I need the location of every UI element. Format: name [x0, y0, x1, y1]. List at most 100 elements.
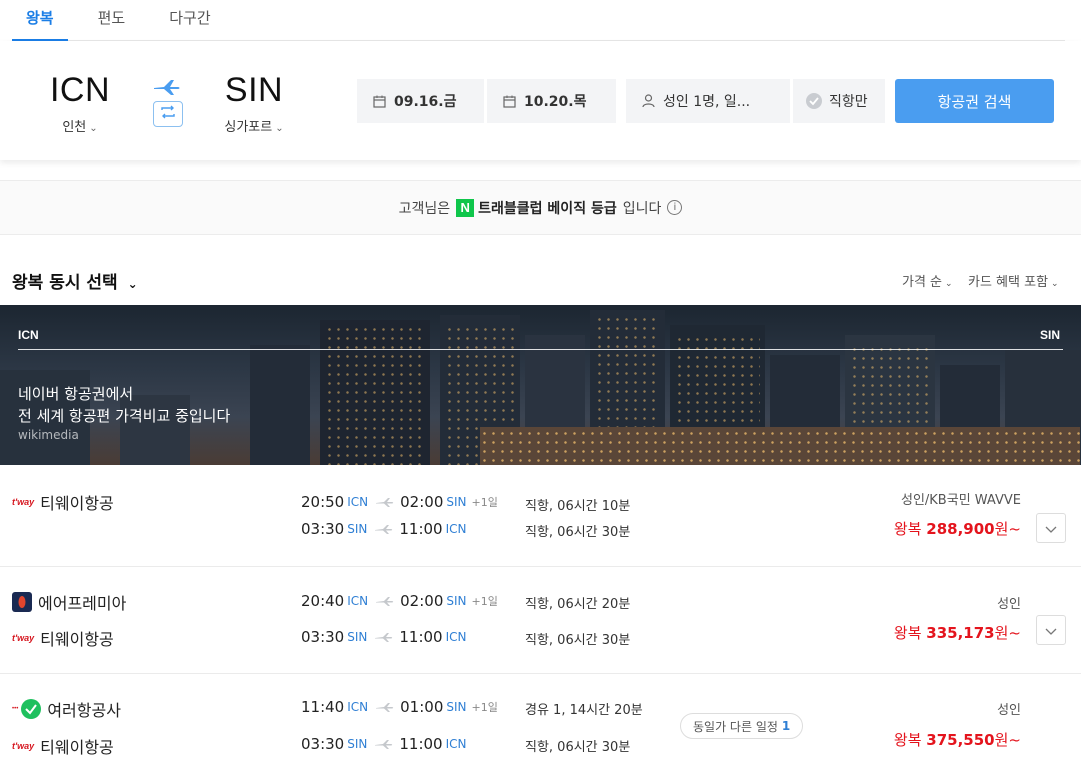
price-prefix: 왕복	[893, 624, 922, 642]
tway-logo: t'way	[12, 497, 35, 507]
card-benefit-label: 카드 혜택 포함	[968, 275, 1049, 290]
price-prefix: 왕복	[893, 731, 922, 749]
airline-name: 티웨이항공	[40, 494, 114, 513]
passenger-value: 성인 1명, 일...	[663, 94, 751, 110]
expand-button[interactable]	[1036, 615, 1066, 645]
chevron-down-icon: ⌄	[1051, 279, 1059, 289]
chip-label: 동일가 다른 일정	[693, 719, 778, 734]
depart-time: 03:30	[301, 520, 345, 538]
person-icon	[642, 94, 655, 108]
flight-result-row[interactable]: 에어프레미아 t'way 티웨이항공 20:40 ICN 02:00 SIN +1일 …	[0, 567, 1081, 674]
return-date-value: 10.20.목	[524, 94, 587, 110]
price[interactable]: 왕복 335,173원~	[894, 622, 1021, 643]
depart-airport: SIN	[347, 737, 368, 751]
calendar-icon	[503, 95, 516, 108]
membership-banner: 고객님은 N 트래블클럽 베이직 등급 입니다 i	[0, 180, 1081, 235]
hero-line-2: 전 세계 항공편 가격비교 중입니다	[18, 407, 231, 425]
air-premia-logo	[12, 592, 32, 612]
depart-airport: ICN	[347, 700, 369, 714]
tway-logo: t'way	[12, 741, 35, 751]
tab-round-trip[interactable]: 왕복	[12, 0, 68, 41]
airline-name: 여러항공사	[47, 701, 121, 720]
depart-time: 03:30	[301, 628, 345, 646]
outbound-duration: 경유 1, 14시간 20분	[525, 703, 643, 718]
chevron-down-icon: ⌄	[945, 279, 953, 289]
return-date-field[interactable]: 10.20.목	[487, 79, 616, 123]
return-airline: t'way 티웨이항공	[12, 626, 114, 650]
outbound-segment: 20:50 ICN 02:00 SIN +1일	[301, 493, 498, 511]
expand-button[interactable]	[1036, 513, 1066, 543]
depart-airport: SIN	[347, 630, 368, 644]
depart-airport: ICN	[347, 495, 369, 509]
card-benefit-dropdown[interactable]: 카드 혜택 포함 ⌄	[968, 271, 1059, 290]
outbound-duration: 직항, 06시간 10분	[525, 499, 631, 514]
route-line	[18, 349, 1063, 350]
origin-selector[interactable]: ICN 인천 ⌄	[45, 71, 115, 135]
outbound-airline: ••• 여러항공사	[12, 697, 121, 721]
price-currency: 원~	[994, 624, 1021, 642]
inbound-duration: 직항, 06시간 30분	[525, 525, 631, 540]
arrive-airport: ICN	[445, 630, 467, 644]
naver-n-badge: N	[456, 198, 475, 217]
chevron-down-icon: ⌄	[127, 277, 138, 291]
calendar-icon	[373, 95, 386, 108]
passenger-field[interactable]: 성인 1명, 일...	[626, 79, 790, 123]
depart-time: 11:40	[301, 698, 345, 716]
price[interactable]: 왕복 375,550원~	[894, 729, 1021, 750]
outbound-duration: 직항, 06시간 20분	[525, 597, 631, 612]
price-value: 375,550	[926, 731, 995, 749]
hero-line-1: 네이버 항공권에서	[18, 385, 134, 403]
chevron-down-icon	[1045, 621, 1057, 640]
inbound-segment: 03:30 SIN 11:00 ICN	[301, 735, 473, 753]
arrive-airport: SIN	[446, 700, 467, 714]
membership-prefix: 고객님은	[398, 200, 451, 217]
price[interactable]: 왕복 288,900원~	[894, 518, 1021, 539]
inbound-segment: 03:30 SIN 11:00 ICN	[301, 628, 473, 646]
airline-name: 티웨이항공	[40, 738, 114, 757]
membership-grade: 트래블클럽 베이직 등급	[478, 200, 617, 217]
fare-label: 성인/KB국민 WAVVE	[900, 493, 1021, 508]
depart-airport: ICN	[347, 594, 369, 608]
sort-price-dropdown[interactable]: 가격 순 ⌄	[902, 271, 953, 290]
destination-selector[interactable]: SIN 싱가포르 ⌄	[210, 71, 298, 135]
hero-destination: SIN	[1040, 328, 1061, 342]
hero-banner: ICN SIN 네이버 항공권에서 전 세계 항공편 가격비교 중입니다 wik…	[0, 305, 1081, 465]
outbound-airline: t'way 티웨이항공	[12, 490, 114, 514]
chevron-down-icon: ⌄	[89, 123, 98, 134]
fare-label: 성인	[997, 703, 1021, 718]
plane-arrow-icon	[376, 596, 394, 606]
outbound-segment: 20:40 ICN 02:00 SIN +1일	[301, 592, 498, 610]
tab-multi-city[interactable]: 다구간	[155, 0, 224, 41]
next-day-badge: +1일	[471, 496, 498, 509]
flight-result-row[interactable]: t'way 티웨이항공 20:50 ICN 02:00 SIN +1일 직항, 06시…	[0, 465, 1081, 567]
arrive-airport: ICN	[445, 522, 467, 536]
inbound-duration: 직항, 06시간 30분	[525, 740, 631, 755]
depart-date-field[interactable]: 09.16.금	[357, 79, 484, 123]
plane-arrow-icon	[376, 702, 394, 712]
swap-button[interactable]	[153, 101, 183, 127]
depart-date-value: 09.16.금	[394, 94, 457, 110]
search-flights-button[interactable]: 항공권 검색	[895, 79, 1054, 123]
depart-time: 03:30	[301, 735, 345, 753]
next-day-badge: +1일	[471, 701, 498, 714]
check-circle-icon	[805, 92, 823, 110]
tab-one-way[interactable]: 편도	[84, 0, 140, 41]
airplane-icon	[152, 77, 182, 97]
same-price-other-schedule-chip[interactable]: 동일가 다른 일정 1	[680, 713, 804, 739]
swap-icon	[159, 104, 177, 124]
flight-result-row[interactable]: ••• 여러항공사 t'way 티웨이항공 11:40 ICN 01:00 SIN +…	[0, 674, 1081, 777]
plane-arrow-icon	[375, 739, 393, 749]
arrive-time: 11:00	[399, 628, 443, 646]
trip-type-tabs: 왕복 편도 다구간	[12, 0, 1065, 41]
info-icon[interactable]: i	[667, 200, 683, 215]
return-airline: t'way 티웨이항공	[12, 734, 114, 758]
membership-suffix: 입니다	[622, 200, 662, 217]
price-prefix: 왕복	[893, 520, 922, 538]
arrive-airport: SIN	[446, 495, 467, 509]
price-value: 335,173	[926, 624, 995, 642]
depart-time: 20:50	[301, 493, 345, 511]
arrive-time: 02:00	[400, 592, 444, 610]
arrive-time: 11:00	[399, 520, 443, 538]
round-trip-select-dropdown[interactable]: 왕복 동시 선택 ⌄	[12, 268, 138, 293]
direct-only-toggle[interactable]: 직항만	[793, 79, 885, 123]
